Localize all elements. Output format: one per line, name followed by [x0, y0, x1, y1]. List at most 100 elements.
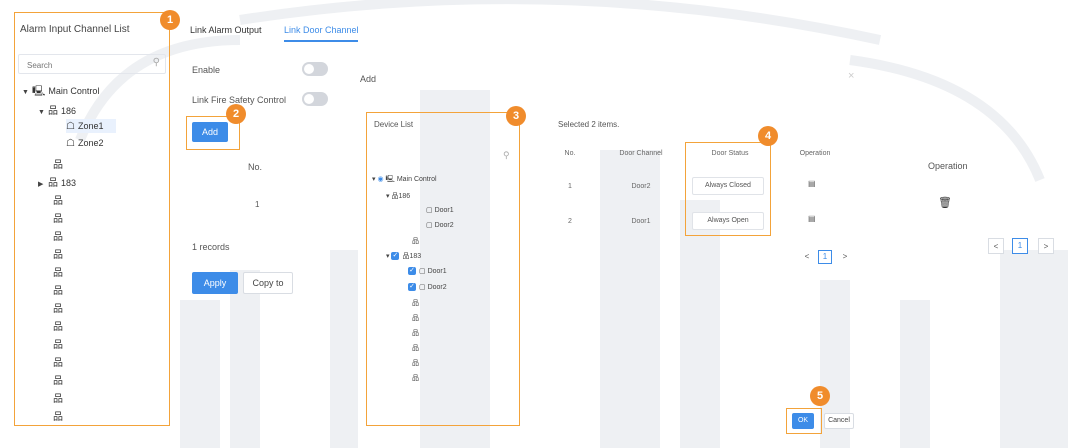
pager-next-button[interactable]: >: [1038, 238, 1054, 254]
tree-item-label: Main Control: [48, 86, 100, 96]
dialog-title: Add: [360, 74, 377, 84]
device-tree-label: Door2: [434, 222, 454, 229]
tree-item-186[interactable]: ▼ 品 186: [38, 102, 76, 117]
checkbox-checked-icon[interactable]: ✓: [408, 267, 416, 276]
dialog-pager-next[interactable]: >: [838, 250, 852, 264]
device-group-icon: 品: [53, 286, 63, 297]
device-group-icon: 品: [412, 315, 419, 322]
expand-arrow-icon[interactable]: ▾: [386, 193, 390, 200]
device-tree-label: 183: [409, 253, 422, 260]
col-header-operation: Operation: [799, 150, 831, 157]
alarm-input-list-title: Alarm Input Channel List: [20, 24, 130, 35]
tree-item-183[interactable]: ▶ 品 183: [38, 174, 76, 189]
checkbox-checked-icon[interactable]: ✓: [391, 252, 400, 261]
apply-button[interactable]: Apply: [192, 272, 238, 294]
row-door-channel: Door1: [631, 218, 651, 225]
tree-item-device[interactable]: 品: [53, 408, 66, 423]
device-group-icon: 品: [53, 304, 63, 315]
pager-prev-button[interactable]: <: [988, 238, 1004, 254]
tree-item-label: Zone2: [77, 138, 104, 148]
device-group-icon: 品: [48, 178, 58, 189]
device-tree-186-door1[interactable]: ▢ Door1: [426, 206, 454, 214]
tree-item-main-control[interactable]: ▼ 🖳 Main Control: [22, 84, 99, 101]
tree-item-label: Zone1: [77, 121, 104, 131]
add-button[interactable]: Add: [192, 122, 228, 142]
device-group-icon: 品: [53, 358, 63, 369]
device-group-icon: 品: [53, 250, 63, 261]
tree-item-zone1[interactable]: ☖ Zone1: [66, 119, 116, 133]
device-tree-183-door1[interactable]: ✓ ▢ Door1: [408, 267, 447, 276]
device-group-icon: 品: [412, 375, 419, 382]
enable-toggle[interactable]: [302, 62, 328, 76]
tree-item-device[interactable]: 品: [53, 210, 66, 225]
device-tree-183[interactable]: ▾ ✓ 品183: [386, 251, 421, 261]
device-group-icon: 品: [53, 160, 63, 171]
tree-item-device[interactable]: 品: [53, 228, 66, 243]
device-tree-device[interactable]: 品: [412, 313, 419, 323]
tree-item-device[interactable]: 品: [53, 192, 66, 207]
fire-safety-toggle[interactable]: [302, 92, 328, 106]
device-tree-label: Door1: [427, 268, 447, 275]
copy-to-button[interactable]: Copy to: [243, 272, 293, 294]
expand-arrow-icon[interactable]: ▼: [22, 89, 32, 96]
expand-arrow-icon[interactable]: ▾: [386, 253, 390, 260]
dialog-pager-page[interactable]: 1: [818, 250, 832, 264]
search-icon[interactable]: ⚲: [503, 150, 510, 161]
tree-item-device[interactable]: 品: [53, 246, 66, 261]
tab-link-door-channel[interactable]: Link Door Channel: [284, 25, 359, 35]
device-tree-device[interactable]: 品: [412, 236, 419, 246]
channel-search[interactable]: ⚲: [18, 54, 166, 74]
active-tab-indicator: [284, 40, 358, 42]
expand-arrow-icon[interactable]: ▾: [372, 176, 376, 183]
trash-icon[interactable]: 🗑: [938, 196, 952, 209]
device-tree-183-door2[interactable]: ✓ ▢ Door2: [408, 283, 447, 292]
door-status-select[interactable]: Always Open: [692, 212, 764, 230]
device-tree-device[interactable]: 品: [412, 358, 419, 368]
tree-item-device[interactable]: 品: [53, 318, 66, 333]
device-tree-main-control[interactable]: ▾ ◉ 🖳 Main Control: [372, 175, 437, 186]
tree-item-device[interactable]: 品: [53, 372, 66, 387]
ok-button[interactable]: OK: [792, 413, 814, 429]
delete-icon[interactable]: ▤: [808, 179, 816, 188]
cancel-button[interactable]: Cancel: [824, 413, 854, 429]
tree-item-device[interactable]: 品: [53, 336, 66, 351]
tree-item-label: 183: [61, 178, 77, 188]
close-icon[interactable]: ×: [848, 70, 854, 82]
device-group-icon: 品: [53, 412, 63, 423]
tree-item-device[interactable]: 品: [53, 156, 66, 171]
controller-icon: 🖳: [32, 86, 46, 97]
pager-page-button[interactable]: 1: [1012, 238, 1028, 254]
dialog-pager-prev[interactable]: <: [800, 250, 814, 264]
device-group-icon: 品: [412, 238, 419, 245]
checkbox-checked-icon[interactable]: ✓: [408, 283, 416, 292]
device-group-icon: 品: [412, 330, 419, 337]
operation-header: Operation: [928, 161, 968, 171]
device-group-icon: 品: [53, 376, 63, 387]
device-tree-device[interactable]: 品: [412, 328, 419, 338]
col-no-header: No.: [248, 162, 263, 172]
device-tree-186[interactable]: ▾ 品186: [386, 191, 410, 201]
step-badge-5: 5: [810, 386, 830, 406]
device-tree-device[interactable]: 品: [412, 343, 419, 353]
enable-label: Enable: [192, 65, 221, 75]
tree-item-device[interactable]: 品: [53, 300, 66, 315]
partial-check-icon[interactable]: ◉: [377, 176, 383, 183]
search-icon: ⚲: [152, 57, 160, 68]
tree-item-zone2[interactable]: ☖ Zone2: [66, 138, 104, 149]
row-door-channel: Door2: [631, 183, 651, 190]
tree-item-device[interactable]: 品: [53, 390, 66, 405]
expand-arrow-icon[interactable]: ▶: [38, 180, 48, 188]
device-tree-186-door2[interactable]: ▢ Door2: [426, 221, 454, 229]
tab-link-alarm-output[interactable]: Link Alarm Output: [190, 25, 262, 35]
device-tree-device[interactable]: 品: [412, 298, 419, 308]
channel-search-input[interactable]: [25, 60, 149, 71]
door-icon: ▢: [426, 207, 433, 214]
tree-item-device[interactable]: 品: [53, 354, 66, 369]
delete-icon[interactable]: ▤: [808, 214, 816, 223]
device-tree-device[interactable]: 品: [412, 373, 419, 383]
tree-item-device[interactable]: 品: [53, 264, 66, 279]
tree-item-device[interactable]: 品: [53, 282, 66, 297]
step-badge-1: 1: [160, 10, 180, 30]
door-status-select[interactable]: Always Closed: [692, 177, 764, 195]
expand-arrow-icon[interactable]: ▼: [38, 109, 48, 116]
